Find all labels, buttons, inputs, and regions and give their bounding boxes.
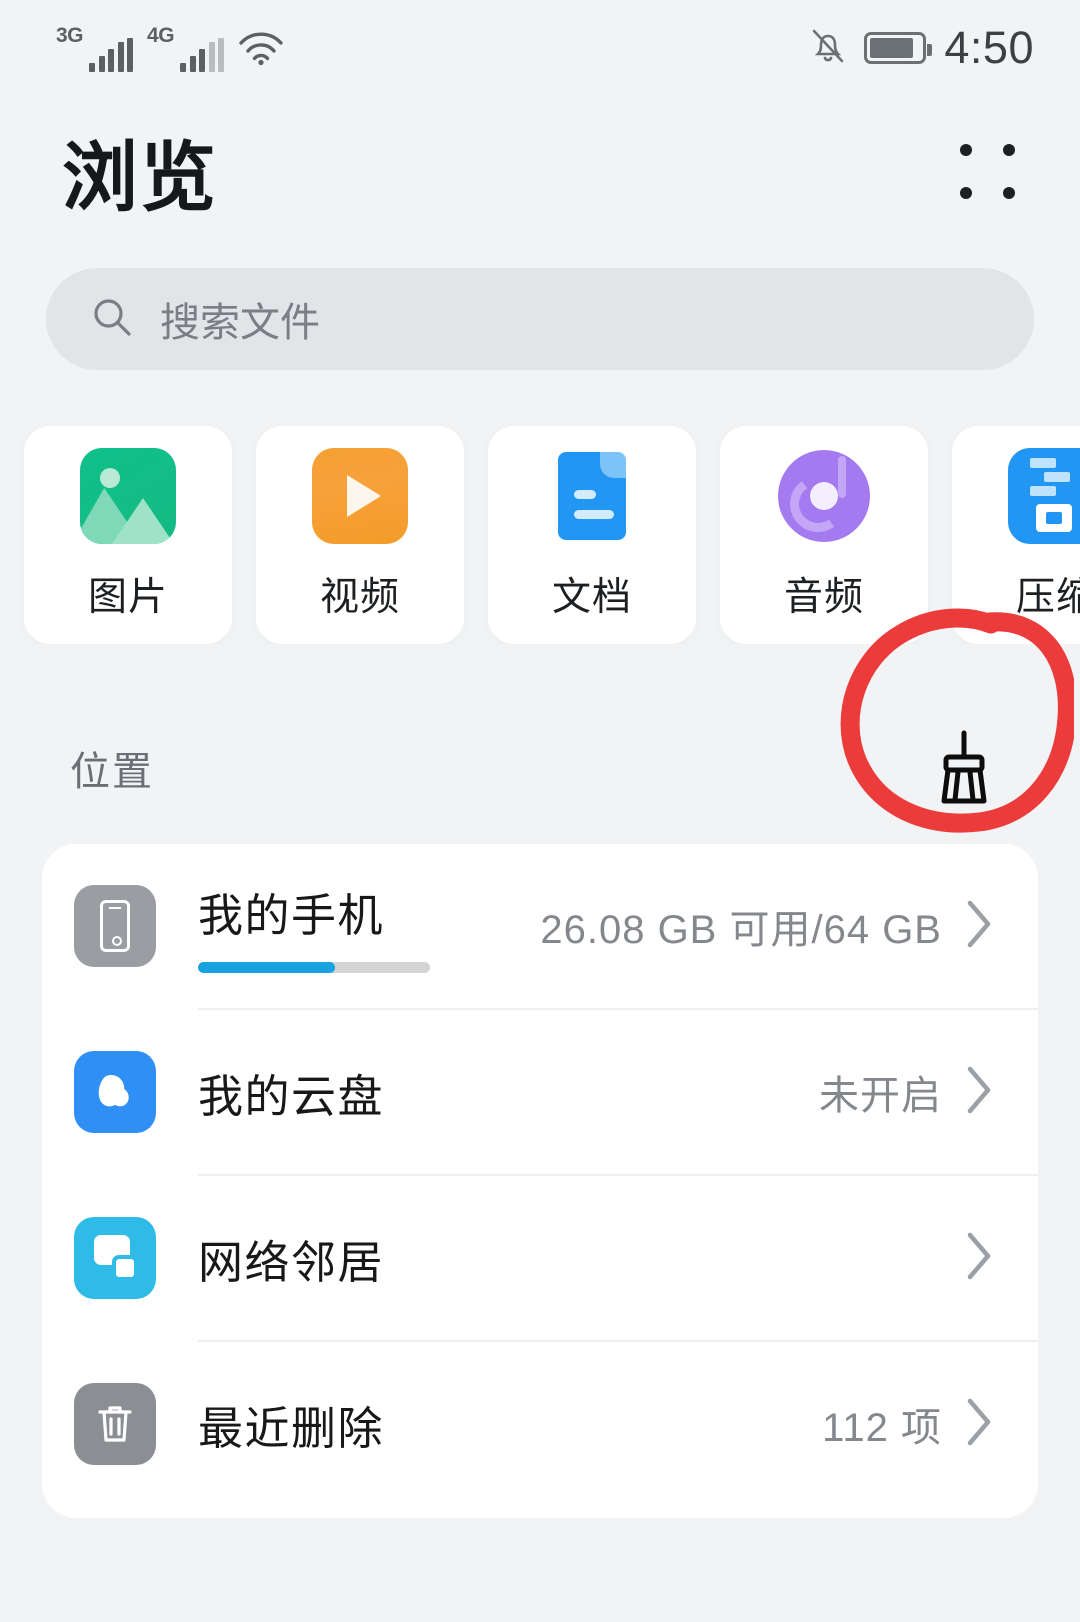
chevron-right-icon bbox=[964, 1396, 994, 1453]
category-label: 视频 bbox=[319, 576, 400, 619]
title-bar: 浏览 bbox=[0, 96, 1080, 246]
location-row-recently-deleted[interactable]: 最近删除 112 项 bbox=[42, 1342, 1038, 1506]
category-card-audio[interactable]: 音频 bbox=[720, 426, 928, 644]
location-value: 未开启 bbox=[819, 1074, 942, 1118]
status-bar: 3G 4G 4:50 bbox=[0, 0, 1080, 96]
page-title: 浏览 bbox=[62, 136, 218, 221]
location-text-group: 我的手机 bbox=[198, 879, 540, 973]
search-icon bbox=[90, 295, 134, 344]
category-label: 音频 bbox=[783, 576, 864, 619]
status-right-group: 4:50 bbox=[810, 22, 1034, 74]
search-input[interactable]: 搜索文件 bbox=[46, 268, 1034, 370]
location-row-my-cloud[interactable]: 我的云盘 未开启 bbox=[42, 1010, 1038, 1174]
signal-4g: 4G bbox=[147, 23, 225, 72]
zip-archive-icon bbox=[1008, 448, 1080, 544]
search-placeholder: 搜索文件 bbox=[160, 301, 320, 345]
category-label: 文档 bbox=[551, 576, 632, 619]
bell-muted-icon bbox=[810, 26, 846, 71]
cloud-drive-icon bbox=[74, 1051, 156, 1133]
location-text-group: 网络邻居 bbox=[198, 1226, 942, 1291]
signal-3g: 3G bbox=[56, 23, 134, 72]
location-value: 26.08 GB 可用/64 GB bbox=[540, 908, 942, 952]
chevron-right-icon bbox=[964, 1064, 994, 1121]
category-card-documents[interactable]: 文档 bbox=[488, 426, 696, 644]
category-card-videos[interactable]: 视频 bbox=[256, 426, 464, 644]
location-row-my-phone[interactable]: 我的手机 26.08 GB 可用/64 GB bbox=[42, 844, 1038, 1008]
storage-progress-bar bbox=[198, 962, 430, 973]
broom-cleanup-icon[interactable] bbox=[918, 722, 1010, 814]
network-neighbor-icon bbox=[74, 1217, 156, 1299]
location-text-group: 最近删除 bbox=[198, 1392, 822, 1457]
status-time: 4:50 bbox=[944, 22, 1034, 73]
category-card-list[interactable]: 图片 视频 文档 音频 压缩 bbox=[0, 426, 1080, 644]
chevron-right-icon bbox=[964, 1230, 994, 1287]
location-name: 最近删除 bbox=[198, 1402, 385, 1454]
location-name: 我的云盘 bbox=[198, 1070, 385, 1122]
status-left-group: 3G 4G bbox=[56, 25, 284, 72]
category-card-images[interactable]: 图片 bbox=[24, 426, 232, 644]
locations-section-header: 位置 bbox=[0, 608, 1080, 833]
signal-3g-label: 3G bbox=[56, 23, 84, 47]
wifi-icon bbox=[238, 30, 284, 66]
image-icon bbox=[80, 448, 176, 544]
battery-icon bbox=[864, 32, 933, 64]
document-icon bbox=[544, 448, 640, 544]
audio-disc-icon bbox=[776, 448, 872, 544]
trash-icon bbox=[74, 1383, 156, 1465]
category-card-archives[interactable]: 压缩 bbox=[952, 426, 1080, 644]
category-label: 图片 bbox=[87, 576, 168, 619]
grid-dots-menu-icon[interactable] bbox=[954, 138, 1020, 204]
category-label: 压缩 bbox=[1015, 576, 1080, 619]
location-value: 112 项 bbox=[822, 1406, 942, 1450]
signal-4g-bars bbox=[180, 37, 225, 72]
signal-3g-bars bbox=[89, 37, 134, 72]
locations-card: 我的手机 26.08 GB 可用/64 GB 我的云盘 未开启 网络邻居 最近删… bbox=[42, 844, 1038, 1518]
chevron-right-icon bbox=[964, 898, 994, 955]
phone-icon bbox=[74, 885, 156, 967]
search-section: 搜索文件 bbox=[0, 246, 1080, 370]
location-name: 我的手机 bbox=[198, 890, 385, 941]
location-name: 网络邻居 bbox=[198, 1236, 385, 1288]
video-play-icon bbox=[312, 448, 408, 544]
locations-section-title: 位置 bbox=[70, 750, 154, 794]
location-text-group: 我的云盘 bbox=[198, 1060, 819, 1125]
location-row-network-neighbor[interactable]: 网络邻居 bbox=[42, 1176, 1038, 1340]
signal-4g-label: 4G bbox=[147, 23, 175, 47]
